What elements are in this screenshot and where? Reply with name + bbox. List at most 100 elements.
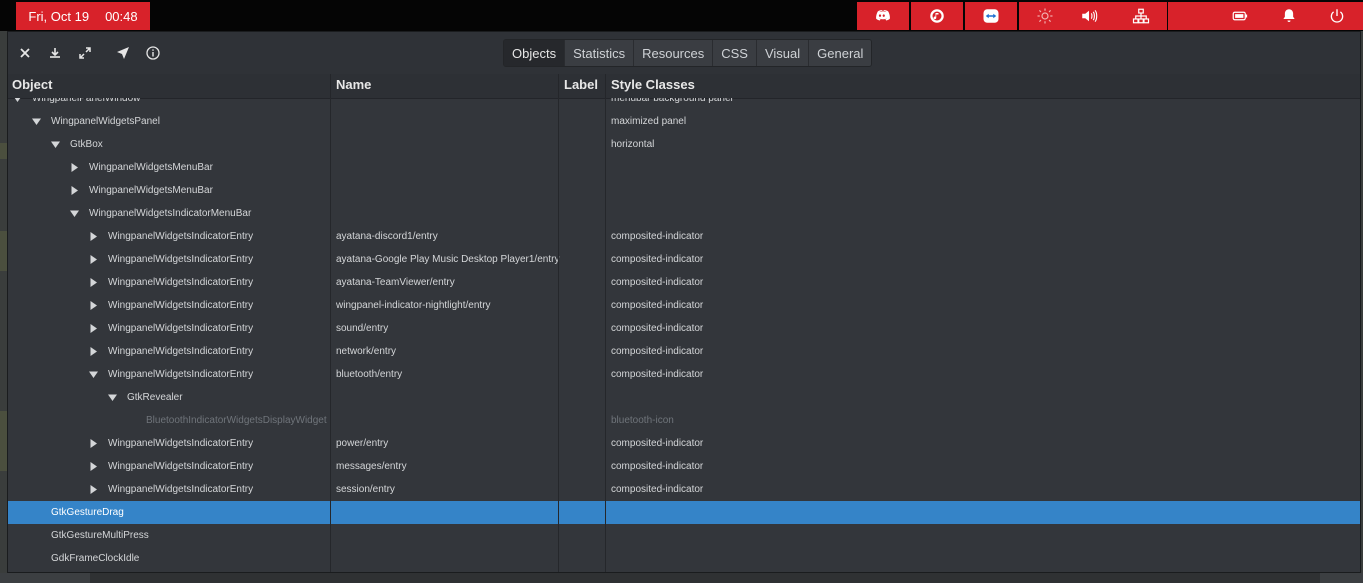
tree-row[interactable]: WingpanelWidgetsMenuBar [8,156,1360,179]
datetime-indicator[interactable]: Fri, Oct 19 00:48 [16,2,150,30]
expander-closed-icon[interactable] [89,439,98,448]
name-cell: wingpanel-indicator-nightlight/entry [336,300,491,311]
style-classes-cell: maximized panel [611,116,687,127]
style-classes-cell: composited-indicator [611,231,704,242]
tab-statistics[interactable]: Statistics [564,40,634,66]
expander-closed-icon[interactable] [89,232,98,241]
expander-closed-icon[interactable] [89,462,98,471]
object-cell: WingpanelPanelWindow [32,98,141,104]
fullscreen-button[interactable] [73,41,97,65]
object-cell: GtkGestureDrag [51,507,124,518]
object-cell: WingpanelWidgetsIndicatorEntry [108,346,254,357]
gtk-inspector-window: Objects Statistics Resources CSS Visual … [7,31,1361,573]
tab-resources[interactable]: Resources [633,40,713,66]
style-classes-cell: composited-indicator [611,346,704,357]
expander-open-icon[interactable] [70,209,79,218]
object-cell: WingpanelWidgetsPanel [51,116,160,127]
notifications-indicator[interactable] [1263,2,1315,30]
expander-closed-icon[interactable] [89,485,98,494]
network-indicator[interactable] [1115,2,1167,30]
power-icon [1330,9,1344,23]
style-classes-cell: menubar background panel [611,98,733,104]
expander-open-icon[interactable] [108,393,117,402]
tree-row[interactable]: GtkGestureMultiPress [8,524,1360,547]
tree-row[interactable]: WingpanelWidgetsIndicatorEntry ayatana-di… [8,225,1360,248]
tree-row[interactable]: WingpanelWidgetsIndicatorEntry session/en… [8,478,1360,501]
name-cell: sound/entry [336,323,389,334]
discord-indicator[interactable] [857,2,909,30]
bluetooth-indicator[interactable] [1168,2,1220,30]
column-object-header[interactable]: Object [8,74,330,98]
desktop-background-bottom [0,573,1363,583]
session-indicator[interactable] [1311,2,1363,30]
name-cell: bluetooth/entry [336,369,403,380]
expander-open-icon[interactable] [51,140,60,149]
fullscreen-icon [79,47,91,59]
expander-closed-icon[interactable] [89,301,98,310]
object-cell: WingpanelWidgetsIndicatorMenuBar [89,208,252,219]
column-separator [558,98,559,572]
tree-row[interactable]: WingpanelWidgetsIndicatorEntry network/en… [8,340,1360,363]
music-player-icon [930,9,944,23]
expander-open-icon[interactable] [89,370,98,379]
sound-indicator[interactable] [1063,2,1115,30]
tree-row[interactable]: WingpanelWidgetsIndicatorEntry ayatana-Te… [8,271,1360,294]
discord-icon [876,10,890,21]
tree-row[interactable]: WingpanelWidgetsIndicatorEntry sound/entr… [8,317,1360,340]
teamviewer-icon [983,9,999,23]
style-classes-cell: composited-indicator [611,461,704,472]
name-cell: messages/entry [336,461,407,472]
info-icon [146,46,160,60]
object-tree: WingpanelPanelWindow menubar background p… [8,98,1360,572]
tab-visual[interactable]: Visual [755,40,809,66]
tree-row[interactable]: WingpanelWidgetsIndicatorEntry wingpanel-… [8,294,1360,317]
tab-css[interactable]: CSS [712,40,756,66]
power-indicator[interactable] [1214,2,1266,30]
tree-row[interactable]: WingpanelWidgetsIndicatorEntry power/entr… [8,432,1360,455]
expander-closed-icon[interactable] [89,324,98,333]
tree-row[interactable]: WingpanelWidgetsIndicatorMenuBar [8,202,1360,225]
column-separator [605,98,606,572]
tree-row[interactable]: BluetoothIndicatorWidgetsDisplayWidget bl… [8,409,1360,432]
style-classes-cell: composited-indicator [611,438,704,449]
expander-closed-icon[interactable] [89,255,98,264]
download-button[interactable] [43,41,67,65]
nightlight-icon [1037,8,1053,24]
tab-objects[interactable]: Objects [504,40,565,66]
column-name-header[interactable]: Name [332,74,558,98]
time-label: 00:48 [105,8,138,24]
tree-row[interactable]: WingpanelPanelWindow menubar background p… [8,98,1360,110]
bluetooth-icon [1185,7,1203,25]
column-style-header[interactable]: Style Classes [607,74,1207,98]
close-button[interactable] [13,41,37,65]
expander-closed-icon[interactable] [70,163,79,172]
teamviewer-indicator[interactable] [965,2,1017,30]
tree-row[interactable]: GtkGestureDrag [8,501,1360,524]
tree-row[interactable]: WingpanelWidgetsPanel maximized panel [8,110,1360,133]
expander-open-icon[interactable] [13,98,22,103]
style-classes-cell: composited-indicator [611,323,704,334]
expander-open-icon[interactable] [32,117,41,126]
tree-row[interactable]: GdkFrameClockIdle [8,547,1360,570]
tree-row[interactable]: WingpanelWidgetsIndicatorEntry ayatana-Go… [8,248,1360,271]
tree-row[interactable]: WingpanelWidgetsIndicatorEntry messages/e… [8,455,1360,478]
object-cell: GdkFrameClockIdle [51,553,140,564]
info-button[interactable] [141,41,165,65]
tree-row[interactable]: WingpanelWidgetsIndicatorEntry bluetooth/… [8,363,1360,386]
name-cell: power/entry [336,438,389,449]
tree-row[interactable]: GtkRevealer [8,386,1360,409]
expander-closed-icon[interactable] [89,278,98,287]
style-classes-cell: bluetooth-icon [611,415,674,426]
tab-general[interactable]: General [808,40,872,66]
object-cell: WingpanelWidgetsIndicatorEntry [108,438,254,449]
pick-widget-button[interactable] [111,41,135,65]
object-cell: GtkRevealer [127,392,183,403]
expander-closed-icon[interactable] [89,347,98,356]
object-cell: WingpanelWidgetsIndicatorEntry [108,484,254,495]
tree-row[interactable]: GtkBox horizontal [8,133,1360,156]
column-label-header[interactable]: Label [560,74,605,98]
object-cell: WingpanelWidgetsIndicatorEntry [108,231,254,242]
music-indicator[interactable] [911,2,963,30]
expander-closed-icon[interactable] [70,186,79,195]
tree-row[interactable]: WingpanelWidgetsMenuBar [8,179,1360,202]
